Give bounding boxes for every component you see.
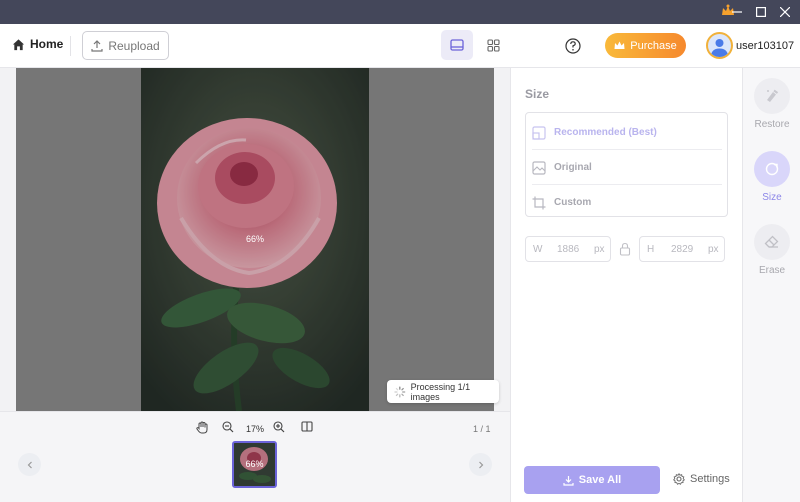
option-original[interactable]: Original	[526, 150, 729, 185]
spinner-icon	[394, 386, 406, 397]
user-icon	[711, 39, 728, 57]
purchase-label: Purchase	[630, 39, 677, 52]
tool-size[interactable]: Size	[753, 151, 791, 203]
gear-icon	[673, 473, 685, 485]
progress-percent: 66%	[246, 234, 265, 244]
image-preview-area: 66% Processing 1/1 images	[0, 68, 510, 411]
height-field[interactable]: H 2829 px	[639, 236, 725, 262]
image-thumbnail[interactable]: 66%	[232, 441, 277, 488]
option-recommended[interactable]: Recommended (Best)	[526, 115, 729, 150]
option-label: Original	[554, 162, 592, 173]
tool-erase[interactable]: Erase	[753, 224, 791, 276]
user-avatar[interactable]	[706, 32, 733, 59]
tool-label: Erase	[758, 265, 786, 276]
settings-button[interactable]: Settings	[673, 473, 730, 485]
image-icon	[532, 160, 546, 175]
zoom-in-icon	[273, 421, 285, 433]
tool-label: Size	[762, 192, 782, 203]
option-custom[interactable]: Custom	[526, 185, 729, 220]
download-icon	[563, 475, 574, 486]
height-unit: px	[708, 244, 719, 255]
single-view-toggle[interactable]	[441, 30, 473, 60]
home-label: Home	[30, 37, 64, 51]
save-all-button[interactable]: Save All	[524, 466, 660, 494]
restore-brush-icon	[767, 89, 779, 102]
home-icon	[12, 38, 25, 50]
width-field[interactable]: W 1886 px	[525, 236, 611, 262]
help-icon[interactable]	[564, 37, 582, 55]
lock-icon[interactable]	[619, 242, 631, 256]
close-window-button[interactable]	[770, 0, 800, 24]
save-all-label: Save All	[578, 474, 622, 486]
toolbar-divider	[70, 36, 71, 56]
main-toolbar: Home Reupload Purchase user103107	[0, 24, 800, 68]
zoom-out-button[interactable]	[222, 421, 234, 433]
page-indicator: 1 / 1	[473, 424, 491, 434]
tool-label: Restore	[754, 119, 790, 130]
option-label: Custom	[554, 197, 592, 208]
size-settings-panel: Size Recommended (Best) Original Custom …	[510, 68, 742, 502]
compare-icon	[301, 421, 313, 432]
reupload-button[interactable]: Reupload	[82, 31, 169, 60]
panel-title: Size	[525, 87, 550, 101]
width-unit: px	[594, 244, 605, 255]
width-label: W	[533, 244, 543, 255]
reupload-label: Reupload	[108, 38, 160, 53]
pan-hand-button[interactable]	[196, 421, 208, 434]
zoom-level: 17%	[246, 424, 265, 434]
home-button[interactable]: Home	[12, 37, 63, 51]
compare-button[interactable]	[301, 421, 313, 432]
single-view-icon	[450, 39, 464, 51]
grid-view-toggle[interactable]	[478, 30, 508, 60]
height-label: H	[647, 244, 655, 255]
size-options: Recommended (Best) Original Custom	[525, 112, 728, 217]
width-value: 1886	[557, 244, 580, 255]
hand-icon	[196, 421, 208, 434]
processing-status: Processing 1/1 images	[387, 380, 499, 403]
crop-icon	[532, 196, 546, 209]
previous-image-button[interactable]	[18, 453, 41, 476]
zoom-out-icon	[222, 421, 234, 433]
window-titlebar	[0, 0, 800, 24]
height-value: 2829	[671, 244, 694, 255]
thumbnail-progress: 66%	[245, 459, 264, 469]
username-label[interactable]: user103107	[736, 40, 794, 52]
option-label: Recommended (Best)	[554, 127, 657, 138]
purchase-button[interactable]: Purchase	[605, 33, 686, 58]
bottom-strip: 17% 1 / 1 66%	[0, 411, 510, 502]
resize-icon	[765, 162, 779, 176]
processing-text: Processing 1/1 images	[410, 381, 471, 402]
tool-sidebar: Restore Size Erase	[742, 68, 800, 502]
recommended-icon	[532, 125, 546, 140]
chevron-right-icon	[478, 461, 483, 468]
eraser-icon	[764, 235, 779, 248]
zoom-in-button[interactable]	[273, 421, 285, 433]
settings-label: Settings	[690, 473, 730, 485]
grid-view-icon	[486, 38, 500, 52]
upload-icon	[91, 39, 103, 52]
tool-restore[interactable]: Restore	[753, 78, 791, 130]
next-image-button[interactable]	[469, 453, 492, 476]
chevron-left-icon	[27, 461, 32, 468]
crown-icon	[614, 41, 625, 49]
